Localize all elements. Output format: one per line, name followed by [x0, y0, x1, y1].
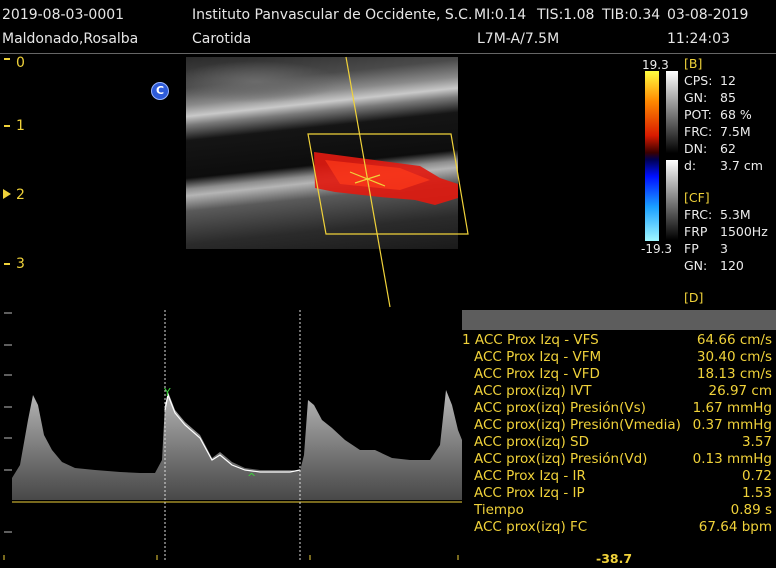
measurement-row: ACC prox(izq) SD 3.57	[462, 434, 776, 451]
time-scale-ticks	[3, 555, 459, 560]
measurement-label: ACC prox(izq) IVT	[474, 383, 592, 399]
param-key: d:	[684, 158, 697, 173]
measurement-value: 1.53	[741, 485, 772, 501]
spectral-envelope	[12, 390, 462, 500]
param-value: 5.3M	[720, 207, 751, 222]
measurement-row: ACC prox(izq) Presión(Vmedia) 0.37 mmHg	[462, 417, 776, 434]
param-value: 12	[720, 73, 736, 88]
measurement-row: ACC Prox Izq - IP 1.53	[462, 485, 776, 502]
measurement-value: 26.97 cm	[708, 383, 772, 399]
param-key: POT:	[684, 107, 712, 122]
measurement-label: ACC Prox Izq - VFD	[474, 366, 600, 382]
param-key: GN:	[684, 258, 708, 273]
measurement-value: 0.72	[741, 468, 772, 484]
param-value: 3	[720, 241, 728, 256]
grayscale-bar	[666, 71, 678, 153]
measurement-label: ACC prox(izq) Presión(Vs)	[474, 400, 646, 416]
measurement-label: ACC Prox Izq - IR	[474, 468, 586, 484]
measurement-row: ACC Prox Izq - VFM 30.40 cm/s	[462, 349, 776, 366]
d-section-title: [D]	[684, 290, 704, 305]
param-value: 85	[720, 90, 736, 105]
measurement-value: 1.67 mmHg	[692, 400, 772, 416]
measurement-row: ACC prox(izq) FC 67.64 bpm	[462, 519, 776, 536]
measurement-label: Tiempo	[474, 502, 524, 518]
measurement-label: ACC prox(izq) FC	[474, 519, 588, 535]
measurement-value: 0.37 mmHg	[692, 417, 772, 433]
measurement-value: 0.89 s	[730, 502, 772, 518]
cf-section-title: [CF]	[684, 190, 710, 205]
param-key: CPS:	[684, 73, 713, 88]
param-key: GN:	[684, 90, 708, 105]
measurement-label: ACC prox(izq) Presión(Vmedia)	[474, 417, 681, 433]
measurement-label: 1 ACC Prox Izq - VFS	[462, 332, 599, 348]
velocity-scale-ticks	[4, 312, 12, 533]
colorbar-min: -19.3	[641, 242, 673, 256]
measurement-value: 0.13 mmHg	[692, 451, 772, 467]
measurements-header-bar	[462, 310, 776, 330]
measurement-value: 64.66 cm/s	[696, 332, 772, 348]
peak-marker-icon: Y	[163, 386, 171, 399]
param-value: 7.5M	[720, 124, 751, 139]
measurement-row: ACC prox(izq) Presión(Vd) 0.13 mmHg	[462, 451, 776, 468]
measurement-row: 1 ACC Prox Izq - VFS 64.66 cm/s	[462, 332, 776, 349]
param-value: 68 %	[720, 107, 752, 122]
measurement-row: ACC Prox Izq - VFD 18.13 cm/s	[462, 366, 776, 383]
measurement-row: ACC prox(izq) Presión(Vs) 1.67 mmHg	[462, 400, 776, 417]
velocity-bottom-label: -38.7	[596, 551, 633, 566]
measurement-label: ACC Prox Izq - IP	[474, 485, 585, 501]
measurement-value: 18.13 cm/s	[696, 366, 772, 382]
measurements-panel: 1 ACC Prox Izq - VFS 64.66 cm/s ACC Prox…	[462, 310, 776, 540]
measurement-label: ACC Prox Izq - VFM	[474, 349, 602, 365]
spectral-doppler-trace[interactable]: Y ^	[0, 310, 462, 560]
measurement-value: 67.64 bpm	[698, 519, 772, 535]
param-value: 62	[720, 141, 736, 156]
measurement-label: ACC prox(izq) Presión(Vd)	[474, 451, 648, 467]
diastolic-marker-icon: ^	[247, 471, 256, 484]
measurement-row: ACC prox(izq) IVT 26.97 cm	[462, 383, 776, 400]
measurement-row: ACC Prox Izq - IR 0.72	[462, 468, 776, 485]
param-value: 120	[720, 258, 744, 273]
measurement-value: 30.40 cm/s	[696, 349, 772, 365]
velocity-colorbar	[645, 71, 659, 241]
param-key: FRP	[684, 224, 708, 239]
measurement-row: Tiempo 0.89 s	[462, 502, 776, 519]
param-value: 3.7 cm	[720, 158, 763, 173]
param-key: FRC:	[684, 207, 713, 222]
measurement-label: ACC prox(izq) SD	[474, 434, 589, 450]
param-key: FP	[684, 241, 699, 256]
measurement-value: 3.57	[741, 434, 772, 450]
param-key: DN:	[684, 141, 708, 156]
grayscale-bar-2	[666, 160, 678, 240]
b-section-title: [B]	[684, 56, 703, 71]
param-value: 1500Hz	[720, 224, 768, 239]
param-key: FRC:	[684, 124, 713, 139]
